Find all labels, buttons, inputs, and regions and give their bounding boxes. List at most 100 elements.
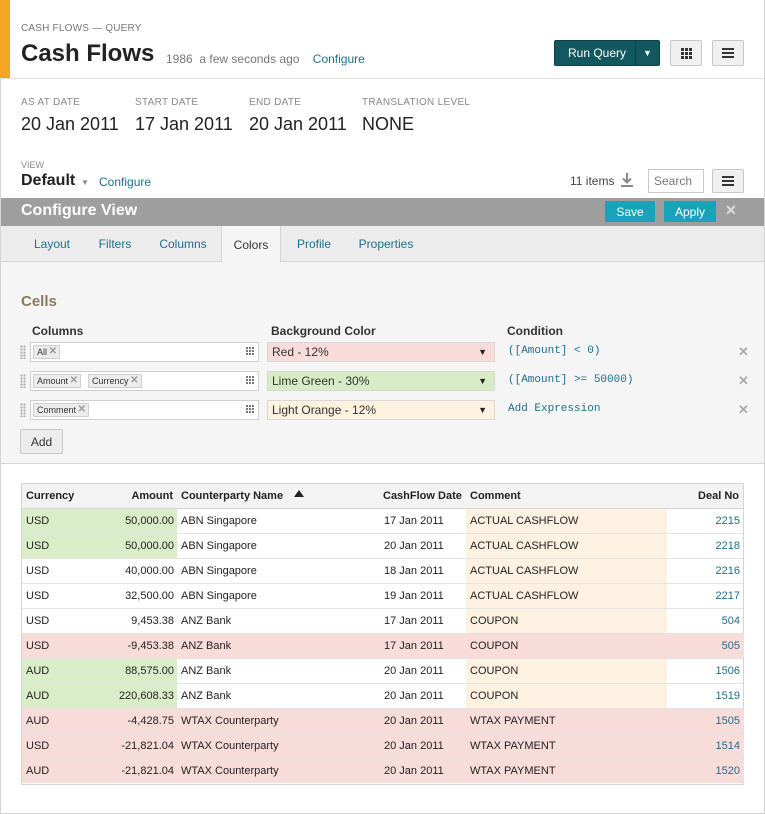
- remove-tag-icon[interactable]: ✕: [49, 346, 57, 358]
- remove-tag-icon[interactable]: ✕: [78, 404, 86, 416]
- sort-ascending-icon[interactable]: [294, 490, 304, 497]
- breadcrumb: CASH FLOWS — QUERY: [21, 23, 142, 34]
- cell-deal-no[interactable]: 2215: [667, 509, 744, 533]
- cell-amount: -21,821.04: [107, 734, 177, 758]
- column-header-comment[interactable]: Comment: [470, 490, 521, 502]
- column-picker-icon[interactable]: [246, 347, 254, 355]
- close-icon[interactable]: ✕: [725, 202, 737, 219]
- cell-deal-no[interactable]: 1520: [667, 759, 744, 783]
- cell-currency: USD: [26, 590, 50, 602]
- cell-deal-no[interactable]: 1519: [667, 684, 744, 708]
- cell-counterparty: ANZ Bank: [181, 615, 232, 627]
- cell-deal-no[interactable]: 2216: [667, 559, 744, 583]
- param-value: 20 Jan 2011: [249, 114, 347, 134]
- cell-deal-no[interactable]: 1505: [667, 709, 744, 733]
- background-color-select[interactable]: Red - 12% ▼: [267, 342, 495, 362]
- background-color-select[interactable]: Light Orange - 12% ▼: [267, 400, 495, 420]
- cell-counterparty: WTAX Counterparty: [177, 734, 380, 758]
- run-query-button[interactable]: Run Query ▼: [554, 40, 660, 66]
- header-meta: 1986 a few seconds ago Configure: [166, 52, 365, 66]
- remove-rule-icon[interactable]: ✕: [738, 373, 749, 389]
- cell-counterparty: ANZ Bank: [177, 634, 380, 658]
- run-query-dropdown-icon[interactable]: ▼: [635, 41, 659, 65]
- remove-tag-icon[interactable]: ✕: [70, 375, 78, 387]
- tab-colors[interactable]: Colors: [221, 226, 281, 263]
- columns-input[interactable]: Amount ✕ Currency ✕: [30, 371, 259, 391]
- column-header-amount[interactable]: Amount: [131, 490, 173, 502]
- color-rule: Amount ✕ Currency ✕ Lime Green - 30% ▼ ([A…: [1, 370, 764, 392]
- select-caret-icon: ▼: [478, 405, 487, 415]
- apply-button[interactable]: Apply: [664, 201, 716, 222]
- remove-tag-icon[interactable]: ✕: [130, 375, 138, 387]
- param-value: NONE: [362, 114, 415, 134]
- column-header-counterparty[interactable]: Counterparty Name: [181, 490, 283, 502]
- tab-profile[interactable]: Profile: [285, 226, 343, 262]
- cell-deal-no[interactable]: 504: [667, 609, 744, 633]
- cell-cashflow-date: 20 Jan 2011: [384, 690, 444, 702]
- drag-handle-icon[interactable]: [20, 374, 26, 388]
- cell-cashflow-date: 20 Jan 2011: [380, 759, 466, 783]
- param-label: END DATE: [249, 97, 302, 108]
- search-input[interactable]: [648, 169, 704, 193]
- tab-filters[interactable]: Filters: [85, 226, 145, 262]
- columns-input[interactable]: All ✕: [30, 342, 259, 362]
- background-color-value: Red - 12%: [272, 345, 329, 359]
- cell-currency: USD: [26, 615, 50, 627]
- cell-comment: COUPON: [466, 609, 667, 633]
- cell-currency: AUD: [22, 684, 107, 708]
- view-menu-button[interactable]: [712, 169, 744, 193]
- cell-deal-no[interactable]: 505: [667, 634, 744, 658]
- param-end-date: END DATE 20 Jan 2011: [249, 97, 347, 135]
- view-selector[interactable]: Default: [21, 172, 75, 190]
- save-button[interactable]: Save: [605, 201, 655, 222]
- cell-currency: USD: [22, 734, 107, 758]
- column-picker-icon[interactable]: [246, 376, 254, 384]
- add-expression-link[interactable]: Add Expression: [508, 403, 600, 415]
- result-count: 1986: [166, 52, 193, 66]
- columns-input[interactable]: Comment ✕: [30, 400, 259, 420]
- view-configure-link[interactable]: Configure: [99, 175, 151, 189]
- column-tag-label: All: [37, 347, 48, 357]
- download-icon[interactable]: [620, 172, 634, 188]
- column-header-cashflow-date[interactable]: CashFlow Date: [383, 490, 462, 502]
- cell-deal-no[interactable]: 1506: [667, 659, 744, 683]
- condition-expression[interactable]: ([Amount] < 0): [508, 345, 600, 357]
- cell-amount: 50,000.00: [107, 534, 177, 558]
- drag-handle-icon[interactable]: [20, 345, 26, 359]
- hamburger-icon: [722, 176, 734, 186]
- color-rule: All ✕ Red - 12% ▼ ([Amount] < 0) ✕: [1, 341, 764, 363]
- grid-icon: [680, 47, 692, 59]
- column-header-currency[interactable]: Currency: [26, 490, 74, 502]
- param-label: START DATE: [135, 97, 199, 108]
- param-start-date: START DATE 17 Jan 2011: [135, 97, 233, 135]
- background-color-select[interactable]: Lime Green - 30% ▼: [267, 371, 495, 391]
- cell-deal-no[interactable]: 2218: [667, 534, 744, 558]
- cell-comment: ACTUAL CASHFLOW: [466, 559, 667, 583]
- cell-currency: AUD: [22, 659, 107, 683]
- table-row: AUD -21,821.04 WTAX Counterparty 20 Jan 201…: [22, 759, 744, 784]
- column-tag-label: Currency: [92, 376, 129, 386]
- param-translation-level: TRANSLATION LEVEL NONE: [362, 97, 470, 135]
- remove-rule-icon[interactable]: ✕: [738, 402, 749, 418]
- cell-deal-no[interactable]: 1514: [667, 734, 744, 758]
- condition-expression[interactable]: ([Amount] >= 50000): [508, 374, 633, 386]
- tab-columns[interactable]: Columns: [147, 226, 219, 262]
- cell-cashflow-date: 20 Jan 2011: [384, 665, 444, 677]
- remove-rule-icon[interactable]: ✕: [738, 344, 749, 360]
- header-configure-link[interactable]: Configure: [313, 52, 365, 66]
- cell-deal-no[interactable]: 2217: [667, 584, 744, 608]
- cell-cashflow-date: 20 Jan 2011: [380, 709, 466, 733]
- tab-properties[interactable]: Properties: [347, 226, 425, 262]
- column-tag: Amount ✕: [33, 374, 82, 388]
- add-rule-button[interactable]: Add: [20, 429, 63, 454]
- header-menu-button[interactable]: [712, 40, 744, 66]
- column-picker-icon[interactable]: [246, 405, 254, 413]
- drag-handle-icon[interactable]: [20, 403, 26, 417]
- column-header-deal-no[interactable]: Deal No: [698, 490, 739, 502]
- tab-layout[interactable]: Layout: [21, 226, 83, 262]
- column-tag: Currency ✕: [88, 374, 142, 388]
- background-color-value: Lime Green - 30%: [272, 374, 370, 388]
- cell-counterparty: ABN Singapore: [181, 540, 257, 552]
- grid-view-button[interactable]: [670, 40, 702, 66]
- view-caret-icon[interactable]: ▼: [81, 178, 89, 187]
